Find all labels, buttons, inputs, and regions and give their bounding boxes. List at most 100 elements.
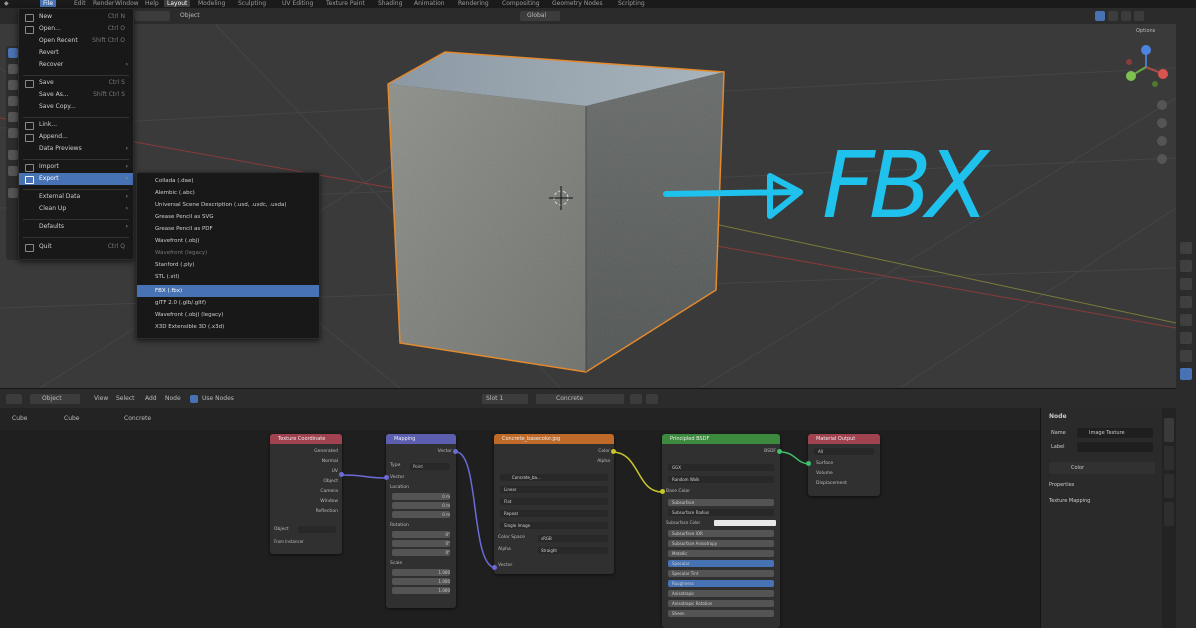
node-principled-bsdf[interactable]: Principled BSDF BSDF GGX Random Walk Bas… xyxy=(662,434,780,628)
tab-layout[interactable]: Layout xyxy=(164,0,191,7)
shading-material-button[interactable] xyxy=(1108,11,1118,21)
file-menu-save[interactable]: Save Ctrl S xyxy=(19,77,133,89)
export-stanford-ply[interactable]: Stanford (.ply) xyxy=(137,259,319,271)
tab-compositing[interactable]: Compositing xyxy=(502,0,540,7)
node-menu-select[interactable]: Select xyxy=(116,394,135,404)
node-menu-node[interactable]: Node xyxy=(165,394,181,404)
world-properties-icon[interactable] xyxy=(1180,332,1192,344)
annotate-tool-icon[interactable] xyxy=(8,150,18,160)
menu-window[interactable]: Window xyxy=(115,0,139,7)
node-material-output[interactable]: Material Output All Surface Volume Displ… xyxy=(808,434,880,496)
tab-tool[interactable] xyxy=(1164,446,1174,470)
file-menu-clean-up[interactable]: Clean Up › xyxy=(19,203,133,215)
sheen-slider[interactable]: Sheen xyxy=(668,610,774,617)
node-texture-coordinate[interactable]: Texture Coordinate Generated Normal UV O… xyxy=(270,434,342,554)
tab-sculpting[interactable]: Sculpting xyxy=(238,0,266,7)
export-grease-pencil-pdf[interactable]: Grease Pencil as PDF xyxy=(137,223,319,235)
menu-file[interactable]: File xyxy=(40,0,57,7)
tab-uv-editing[interactable]: UV Editing xyxy=(282,0,313,7)
options-dropdown[interactable]: Options xyxy=(1136,26,1155,36)
unlink-material-icon[interactable] xyxy=(646,394,658,404)
duplicate-material-icon[interactable] xyxy=(630,394,642,404)
subsurface-color-swatch[interactable] xyxy=(714,520,776,526)
scene-properties-icon[interactable] xyxy=(1180,314,1192,326)
node-menu-view[interactable]: View xyxy=(94,394,108,404)
file-menu-quit[interactable]: Quit Ctrl Q xyxy=(19,241,133,253)
object-field[interactable] xyxy=(298,526,336,533)
object-properties-icon[interactable] xyxy=(1180,350,1192,362)
navigation-gizmo[interactable] xyxy=(1123,44,1169,90)
view-layer-properties-icon[interactable] xyxy=(1180,296,1192,308)
select-tool-icon[interactable] xyxy=(8,48,18,58)
camera-view-icon[interactable] xyxy=(1157,136,1167,146)
scale-x[interactable]: 1.000 xyxy=(392,569,450,576)
export-collada[interactable]: Collada (.dae) xyxy=(137,175,319,187)
export-alembic[interactable]: Alembic (.abc) xyxy=(137,187,319,199)
subsurface-slider[interactable]: Subsurface xyxy=(668,499,774,506)
render-properties-icon[interactable] xyxy=(1180,260,1192,272)
image-selector[interactable]: Concrete_ba... xyxy=(500,474,608,481)
file-menu-defaults[interactable]: Defaults › xyxy=(19,221,133,233)
output-properties-icon[interactable] xyxy=(1180,278,1192,290)
file-menu-revert[interactable]: Revert xyxy=(19,47,133,59)
interpolation-dropdown[interactable]: Linear xyxy=(500,486,608,493)
anisotropic-slider[interactable]: Anisotropic xyxy=(668,590,774,597)
file-menu-open-recent[interactable]: Open Recent Shift Ctrl O xyxy=(19,35,133,47)
node-editor-canvas[interactable]: Texture Coordinate Generated Normal UV O… xyxy=(0,430,1040,628)
metallic-slider[interactable]: Metallic xyxy=(668,550,774,557)
socket-image-vector-in[interactable] xyxy=(492,565,497,570)
shading-solid-button[interactable] xyxy=(1095,11,1105,21)
tab-options[interactable] xyxy=(1164,502,1174,526)
file-menu-append[interactable]: Append... xyxy=(19,131,133,143)
file-menu-new[interactable]: New Ctrl N xyxy=(19,11,133,23)
name-field[interactable]: Image Texture xyxy=(1077,428,1153,438)
socket-base-color-in[interactable] xyxy=(660,489,665,494)
subsurface-anisotropy-slider[interactable]: Subsurface Anisotropy xyxy=(668,540,774,547)
tab-view[interactable] xyxy=(1164,474,1174,498)
tab-animation[interactable]: Animation xyxy=(414,0,445,7)
scale-tool-icon[interactable] xyxy=(8,112,18,122)
export-usd[interactable]: Universal Scene Description (.usd, .usdc… xyxy=(137,199,319,211)
menu-help[interactable]: Help xyxy=(145,0,159,7)
extension-dropdown[interactable]: Repeat xyxy=(500,510,608,517)
socket-surface-in[interactable] xyxy=(806,461,811,466)
export-wavefront-obj[interactable]: Wavefront (.obj) xyxy=(137,235,319,247)
anisotropic-rotation-slider[interactable]: Anisotropic Rotation xyxy=(668,600,774,607)
location-x[interactable]: 0 m xyxy=(392,493,450,500)
file-menu-export[interactable]: Export › xyxy=(19,173,133,185)
panel-texture-mapping-header[interactable]: Texture Mapping xyxy=(1049,496,1090,506)
node-mapping[interactable]: Mapping Vector Type Point Vector Locatio… xyxy=(386,434,456,608)
subsurface-method-dropdown[interactable]: Random Walk xyxy=(668,476,774,483)
from-instancer-checkbox[interactable]: From Instancer xyxy=(274,538,338,546)
mode-dropdown[interactable] xyxy=(134,11,170,21)
file-menu-save-copy[interactable]: Save Copy... xyxy=(19,101,133,113)
move-tool-icon[interactable] xyxy=(8,80,18,90)
source-dropdown[interactable]: Single Image xyxy=(500,522,608,529)
transform-tool-icon[interactable] xyxy=(8,128,18,138)
shading-wire-button[interactable] xyxy=(1134,11,1144,21)
panel-node-header[interactable]: Node xyxy=(1049,412,1067,422)
cursor-tool-icon[interactable] xyxy=(8,64,18,74)
export-grease-pencil-svg[interactable]: Grease Pencil as SVG xyxy=(137,211,319,223)
output-target-dropdown[interactable]: All xyxy=(814,448,874,455)
rotation-z[interactable]: 0° xyxy=(392,549,450,556)
tab-node[interactable] xyxy=(1164,418,1174,442)
color-toggle[interactable]: Color xyxy=(1071,463,1084,473)
file-menu-link[interactable]: Link... xyxy=(19,119,133,131)
subsurface-radius[interactable]: Subsurface Radius xyxy=(668,509,774,516)
color-space-dropdown[interactable]: sRGB xyxy=(538,535,608,542)
pan-hand-icon[interactable] xyxy=(1157,118,1167,128)
subsurface-ior-slider[interactable]: Subsurface IOR xyxy=(668,530,774,537)
export-fbx[interactable]: FBX (.fbx) xyxy=(137,285,319,297)
viewport-menu-object[interactable]: Object xyxy=(180,11,200,21)
socket-bsdf-out[interactable] xyxy=(777,449,782,454)
file-menu-save-as[interactable]: Save As... Shift Ctrl S xyxy=(19,89,133,101)
zoom-icon[interactable] xyxy=(1157,100,1167,110)
scale-y[interactable]: 1.000 xyxy=(392,578,450,585)
menu-edit[interactable]: Edit xyxy=(74,0,86,7)
node-menu-add[interactable]: Add xyxy=(145,394,157,404)
location-y[interactable]: 0 m xyxy=(392,502,450,509)
tab-rendering[interactable]: Rendering xyxy=(458,0,489,7)
file-menu-recover[interactable]: Recover › xyxy=(19,59,133,71)
tool-properties-icon[interactable] xyxy=(1180,242,1192,254)
